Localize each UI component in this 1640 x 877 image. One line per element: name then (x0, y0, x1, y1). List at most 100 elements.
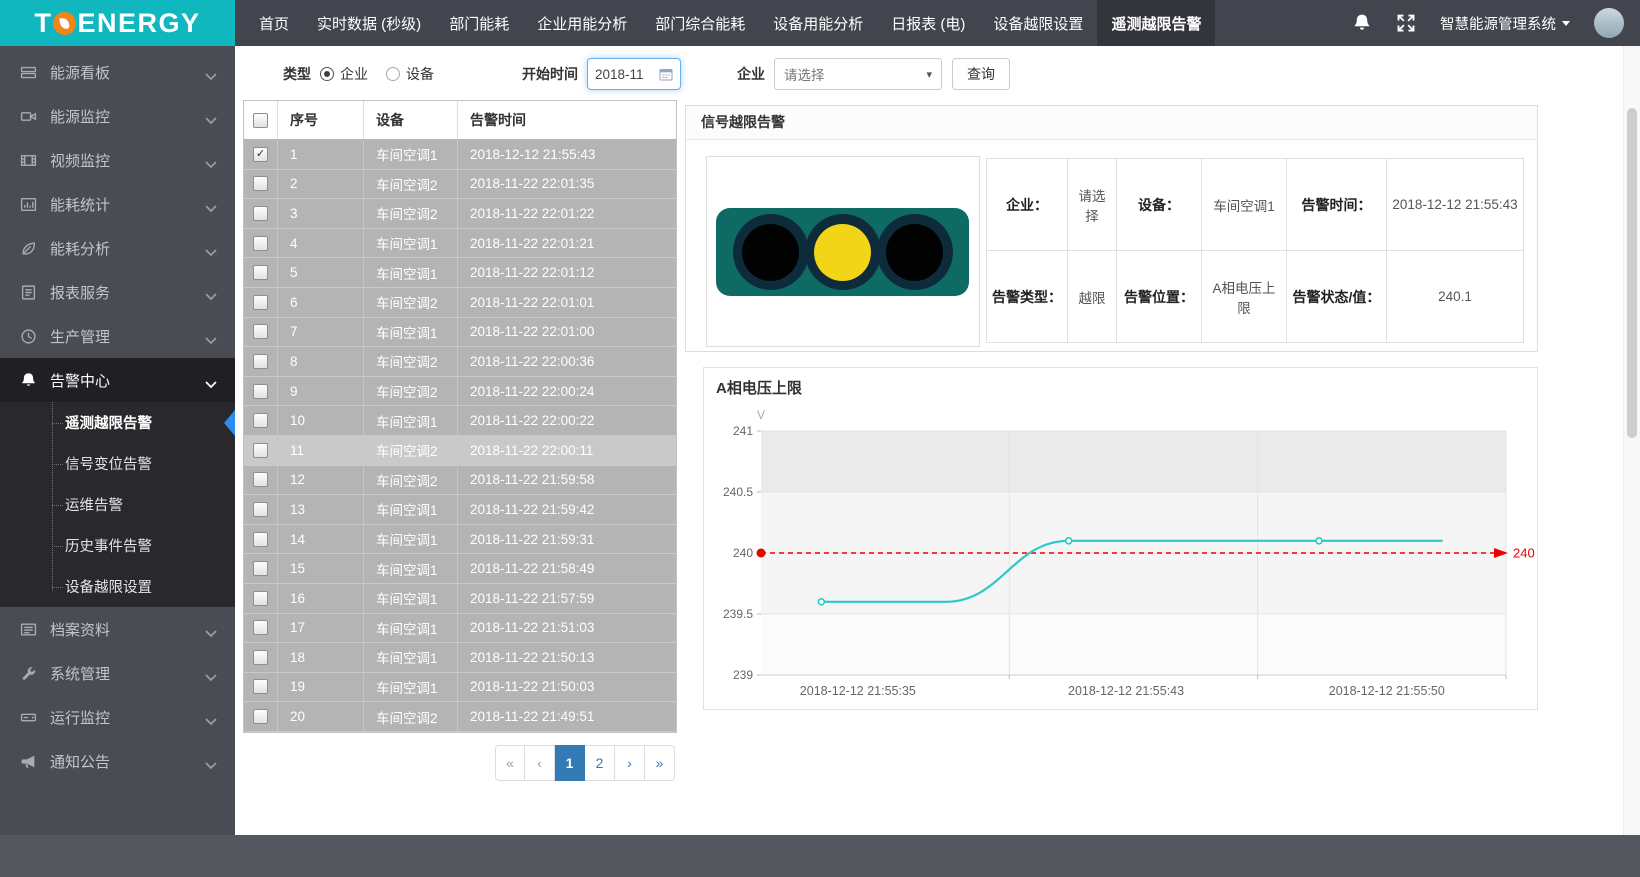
table-row[interactable]: 18车间空调12018-11-22 21:50:13 (244, 643, 676, 673)
sidebar-item-2[interactable]: 视频监控 (0, 138, 235, 182)
row-checkbox[interactable] (253, 443, 268, 458)
row-checkbox[interactable] (253, 354, 268, 369)
row-checkbox[interactable] (253, 206, 268, 221)
table-row[interactable]: 13车间空调12018-11-22 21:59:42 (244, 495, 676, 525)
nav-item-2[interactable]: 部门能耗 (435, 0, 523, 46)
row-checkbox[interactable]: ✓ (253, 147, 268, 162)
table-row[interactable]: 14车间空调12018-11-22 21:59:31 (244, 525, 676, 555)
row-checkbox[interactable] (253, 561, 268, 576)
row-checkbox[interactable] (253, 679, 268, 694)
table-row[interactable]: 9车间空调22018-11-22 22:00:24 (244, 377, 676, 407)
fullscreen-icon[interactable] (1396, 13, 1416, 33)
page-button-1[interactable]: ‹ (525, 745, 555, 781)
row-checkbox[interactable] (253, 502, 268, 517)
nav-item-6[interactable]: 日报表 (电) (877, 0, 979, 46)
vertical-scrollbar[interactable] (1623, 46, 1640, 835)
sidebar-item-4[interactable]: 能耗分析 (0, 226, 235, 270)
row-checkbox[interactable] (253, 472, 268, 487)
nav-item-4[interactable]: 部门综合能耗 (641, 0, 759, 46)
table-row[interactable]: 2车间空调22018-11-22 22:01:35 (244, 170, 676, 200)
chart-band (761, 431, 1506, 492)
page-button-3[interactable]: 2 (585, 745, 615, 781)
table-row[interactable]: 19车间空调12018-11-22 21:50:03 (244, 673, 676, 703)
table-row[interactable]: 8车间空调22018-11-22 22:00:36 (244, 347, 676, 377)
row-checkbox[interactable] (253, 176, 268, 191)
submenu-item-3[interactable]: 历史事件告警 (0, 525, 235, 566)
nav-item-3[interactable]: 企业用能分析 (523, 0, 641, 46)
table-row[interactable]: 15车间空调12018-11-22 21:58:49 (244, 554, 676, 584)
nav-item-7[interactable]: 设备越限设置 (979, 0, 1097, 46)
sidebar-item-9[interactable]: 系统管理 (0, 651, 235, 695)
query-button[interactable]: 查询 (952, 58, 1010, 90)
table-row[interactable]: 3车间空调22018-11-22 22:01:22 (244, 199, 676, 229)
sidebar-item-label: 能耗分析 (50, 238, 110, 259)
sidebar-item-0[interactable]: 能源看板 (0, 50, 235, 94)
nav-item-5[interactable]: 设备用能分析 (759, 0, 877, 46)
radio-company[interactable]: 企业 (320, 64, 368, 84)
notification-bell-icon[interactable] (1352, 13, 1372, 33)
page-button-0[interactable]: « (495, 745, 525, 781)
chart-title: A相电压上限 (716, 377, 802, 398)
page-button-2[interactable]: 1 (555, 745, 585, 781)
row-checkbox[interactable] (253, 413, 268, 428)
start-time-input[interactable]: 2018-11 (587, 58, 681, 90)
radio-device[interactable]: 设备 (386, 64, 434, 84)
cell-no: 16 (278, 584, 364, 613)
sidebar-item-1[interactable]: 能源监控 (0, 94, 235, 138)
row-checkbox[interactable] (253, 591, 268, 606)
table-row[interactable]: 11车间空调22018-11-22 22:00:11 (244, 436, 676, 466)
row-checkbox[interactable] (253, 236, 268, 251)
sidebar-item-11[interactable]: 通知公告 (0, 739, 235, 783)
row-checkbox[interactable] (253, 532, 268, 547)
user-avatar[interactable] (1594, 8, 1624, 38)
row-checkbox[interactable] (253, 650, 268, 665)
table-row[interactable]: 17车间空调12018-11-22 21:51:03 (244, 614, 676, 644)
cell-no: 5 (278, 258, 364, 287)
radio-company-icon[interactable] (320, 67, 334, 81)
table-row[interactable]: 7车间空调12018-11-22 22:01:00 (244, 318, 676, 348)
table-row[interactable]: 12车间空调22018-11-22 21:59:58 (244, 466, 676, 496)
select-all-checkbox[interactable] (253, 113, 268, 128)
row-checkbox[interactable] (253, 620, 268, 635)
submenu-item-4[interactable]: 设备越限设置 (0, 566, 235, 607)
app-logo: TENERGY (0, 0, 235, 46)
sidebar-item-6[interactable]: 生产管理 (0, 314, 235, 358)
submenu-item-0[interactable]: 遥测越限告警 (0, 402, 235, 443)
table-row[interactable]: 5车间空调12018-11-22 22:01:12 (244, 258, 676, 288)
logo-text-right: ENERGY (77, 8, 200, 39)
scrollbar-thumb[interactable] (1627, 108, 1637, 438)
cell-time: 2018-11-22 22:00:36 (458, 347, 676, 376)
nav-item-0[interactable]: 首页 (245, 0, 303, 46)
table-row[interactable]: 10车间空调12018-11-22 22:00:22 (244, 406, 676, 436)
submenu-item-1[interactable]: 信号变位告警 (0, 443, 235, 484)
sidebar-item-10[interactable]: 运行监控 (0, 695, 235, 739)
system-title-dropdown[interactable]: 智慧能源管理系统 (1440, 13, 1570, 34)
cell-time: 2018-11-22 21:58:49 (458, 554, 676, 583)
nav-item-8[interactable]: 遥测越限告警 (1097, 0, 1215, 46)
page-button-5[interactable]: » (645, 745, 675, 781)
company-select[interactable]: 请选择 ▾ (774, 58, 942, 90)
sidebar-item-5[interactable]: 报表服务 (0, 270, 235, 314)
sidebar-item-8[interactable]: 档案资料 (0, 607, 235, 651)
submenu-item-2[interactable]: 运维告警 (0, 484, 235, 525)
nav-item-1[interactable]: 实时数据 (秒级) (303, 0, 435, 46)
row-checkbox[interactable] (253, 265, 268, 280)
sidebar-item-7[interactable]: 告警中心 (0, 358, 235, 402)
radio-device-icon[interactable] (386, 67, 400, 81)
calendar-icon (659, 67, 673, 81)
sidebar-item-3[interactable]: 能耗统计 (0, 182, 235, 226)
page-button-4[interactable]: › (615, 745, 645, 781)
row-checkbox[interactable] (253, 384, 268, 399)
row-checkbox[interactable] (253, 709, 268, 724)
table-row[interactable]: 16车间空调12018-11-22 21:57:59 (244, 584, 676, 614)
row-checkbox[interactable] (253, 295, 268, 310)
cell-no: 6 (278, 288, 364, 317)
table-row[interactable]: 4车间空调12018-11-22 22:01:21 (244, 229, 676, 259)
row-checkbox[interactable] (253, 324, 268, 339)
table-row[interactable]: 6车间空调22018-11-22 22:01:01 (244, 288, 676, 318)
cell-time: 2018-11-22 22:01:12 (458, 258, 676, 287)
cell-time: 2018-11-22 21:59:58 (458, 466, 676, 495)
table-row[interactable]: ✓1车间空调12018-12-12 21:55:43 (244, 140, 676, 170)
cell-device: 车间空调1 (364, 614, 458, 643)
table-row[interactable]: 20车间空调22018-11-22 21:49:51 (244, 702, 676, 732)
